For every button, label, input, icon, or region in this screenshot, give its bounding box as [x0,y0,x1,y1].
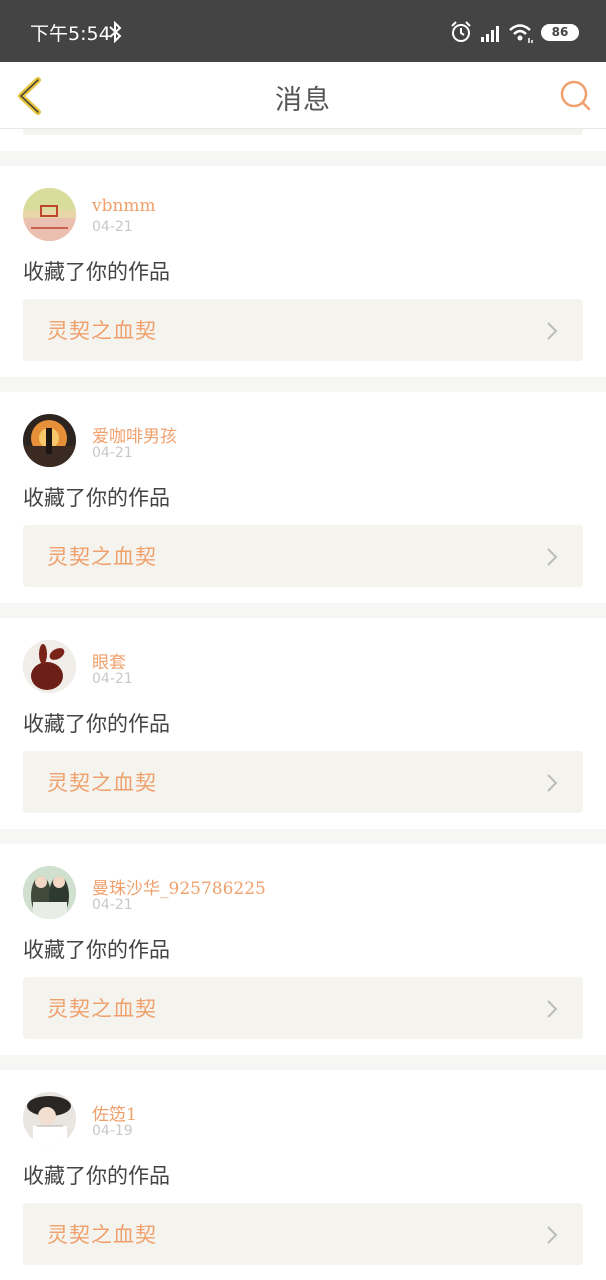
chevron-right-icon [547,1000,558,1018]
avatar[interactable] [23,640,76,693]
avatar[interactable] [23,188,76,241]
chevron-right-icon [547,774,558,792]
message-date: 04-21 [92,219,133,235]
work-title: 灵契之血契 [47,1223,157,1247]
action-text: 收藏了你的作品 [23,938,170,962]
message-date: 04-21 [92,445,133,461]
signal-icon [481,26,499,42]
avatar[interactable] [23,866,76,919]
username[interactable]: 曼珠沙华_925786225 [92,874,266,899]
action-text: 收藏了你的作品 [23,1164,170,1188]
message-card: vbnmm 04-21 收藏了你的作品 灵契之血契 [0,166,606,377]
search-icon[interactable] [558,78,592,112]
status-bar: 下午5:54 86 [0,0,606,62]
message-date: 04-21 [92,897,133,913]
chevron-right-icon [547,1226,558,1244]
work-title: 灵契之血契 [47,319,157,343]
battery-icon: 86 [541,24,579,41]
message-card: 佐笾1 04-19 收藏了你的作品 灵契之血契 [0,1070,606,1280]
bluetooth-icon [109,21,122,43]
chevron-right-icon [547,322,558,340]
work-title: 灵契之血契 [47,771,157,795]
action-text: 收藏了你的作品 [23,486,170,510]
avatar[interactable] [23,1092,76,1145]
username[interactable]: 佐笾1 [92,1100,137,1125]
username[interactable]: 眼套 [92,648,126,673]
work-link[interactable]: 灵契之血契 [23,751,583,813]
avatar[interactable] [23,414,76,467]
chevron-right-icon [547,548,558,566]
work-link[interactable]: 灵契之血契 [23,977,583,1039]
partial-work-link[interactable] [23,129,583,135]
work-link[interactable]: 灵契之血契 [23,525,583,587]
action-text: 收藏了你的作品 [23,260,170,284]
alarm-icon [451,21,471,42]
page-title: 消息 [275,85,331,116]
message-date: 04-21 [92,671,133,687]
status-time: 下午5:54 [30,23,111,45]
message-date: 04-19 [92,1123,133,1139]
wifi-icon [509,24,533,43]
work-title: 灵契之血契 [47,545,157,569]
action-text: 收藏了你的作品 [23,712,170,736]
username[interactable]: vbnmm [92,196,156,216]
partial-message-card [0,129,606,151]
message-card: 眼套 04-21 收藏了你的作品 灵契之血契 [0,618,606,829]
message-card: 爱咖啡男孩 04-21 收藏了你的作品 灵契之血契 [0,392,606,603]
work-title: 灵契之血契 [47,997,157,1021]
message-card: 曼珠沙华_925786225 04-21 收藏了你的作品 灵契之血契 [0,844,606,1055]
username[interactable]: 爱咖啡男孩 [92,422,177,447]
work-link[interactable]: 灵契之血契 [23,299,583,361]
work-link[interactable]: 灵契之血契 [23,1203,583,1265]
nav-bar: 消息 [0,62,606,129]
